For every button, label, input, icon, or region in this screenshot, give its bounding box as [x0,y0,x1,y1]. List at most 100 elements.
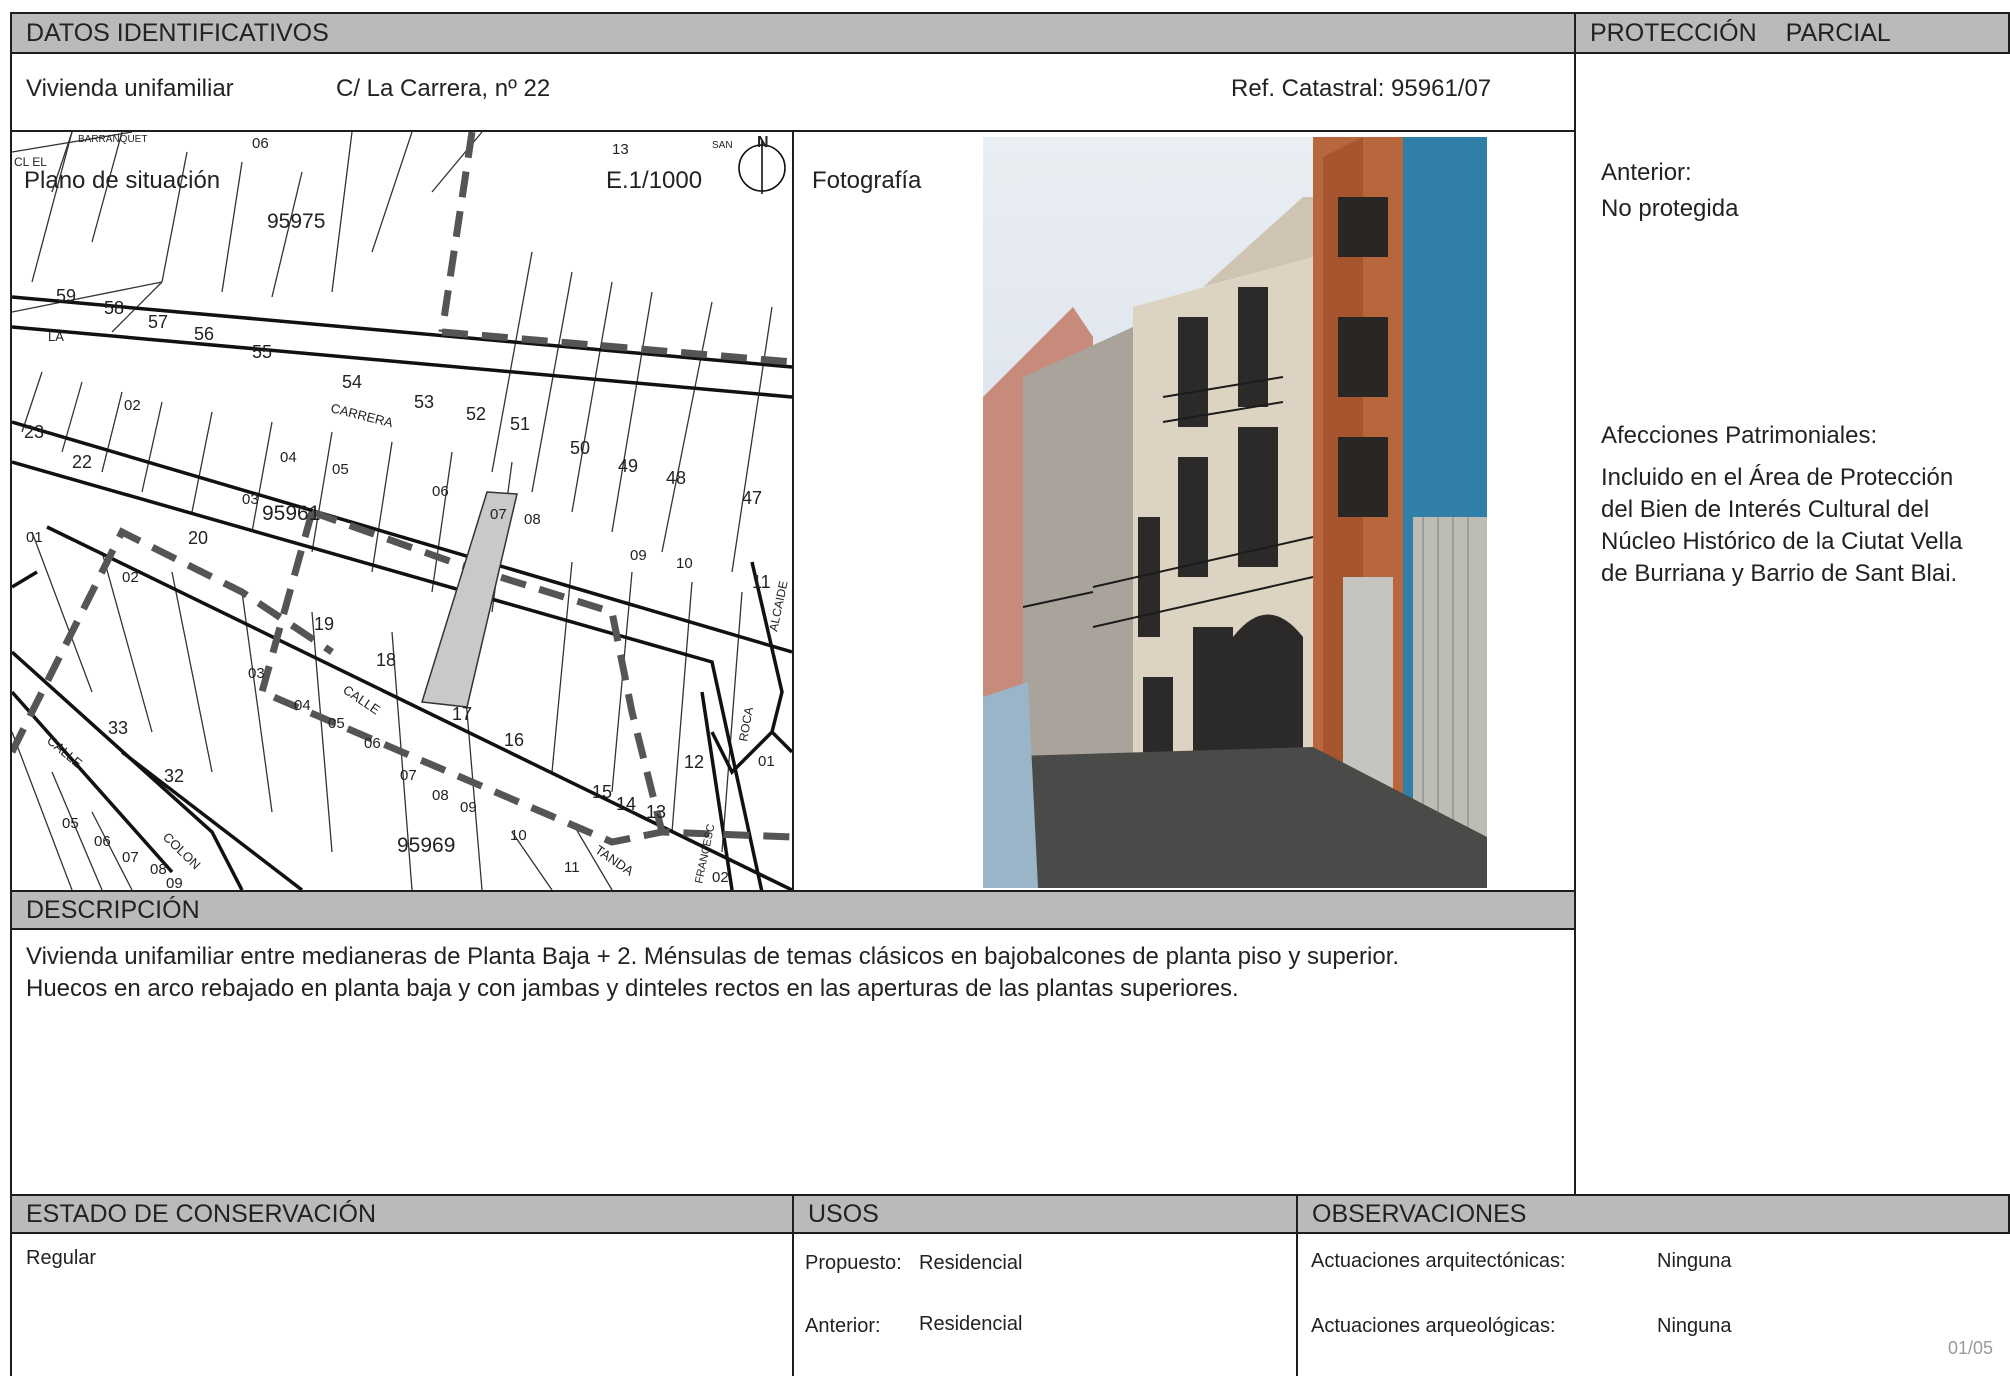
svg-text:56: 56 [194,324,214,344]
svg-text:12: 12 [684,752,704,772]
svg-text:08: 08 [150,861,167,878]
observaciones-title: OBSERVACIONES [1312,1200,1527,1228]
svg-text:10: 10 [676,555,693,572]
svg-text:01: 01 [758,753,775,770]
svg-text:SAN: SAN [712,140,733,151]
svg-text:09: 09 [630,547,647,564]
afecciones-line-3: Núcleo Histórico de la Ciutat Vella [1601,528,1963,555]
svg-text:CARRERA: CARRERA [329,400,395,430]
page-number: 01/05 [1948,1338,1994,1358]
svg-text:49: 49 [618,456,638,476]
descripcion-title: DESCRIPCIÓN [26,896,200,924]
descripcion-line-2: Huecos en arco rebajado en planta baja y… [26,975,1239,1002]
svg-text:06: 06 [252,135,269,152]
fotografia-label: Fotografía [812,167,922,194]
svg-text:04: 04 [280,449,297,466]
usos-propuesto-value: Residencial [919,1252,1023,1274]
svg-text:57: 57 [148,312,168,332]
svg-text:07: 07 [122,849,139,866]
map-photo-divider [792,132,794,890]
svg-text:13: 13 [646,802,666,822]
svg-text:59: 59 [56,286,76,306]
estado-conservacion-value: Regular [26,1247,97,1269]
svg-text:07: 07 [400,767,417,784]
estado-conservacion-header: ESTADO DE CONSERVACIÓN [10,1194,794,1234]
svg-text:48: 48 [666,468,686,488]
svg-text:08: 08 [432,787,449,804]
actuaciones-arqueologicas-label: Actuaciones arqueológicas: [1311,1315,1556,1337]
svg-text:CALLE: CALLE [44,733,85,771]
svg-text:32: 32 [164,766,184,786]
svg-text:47: 47 [742,488,762,508]
actuaciones-arquitectonicas-label: Actuaciones arquitectónicas: [1311,1250,1566,1272]
usos-anterior-label: Anterior: [805,1315,881,1337]
svg-text:55: 55 [252,342,272,362]
svg-text:58: 58 [104,298,124,318]
svg-text:16: 16 [504,730,524,750]
svg-text:14: 14 [616,794,636,814]
svg-text:52: 52 [466,404,486,424]
frame-right-col-divider [1574,12,1576,1198]
datos-identificativos-title: DATOS IDENTIFICATIVOS [26,19,329,47]
svg-text:06: 06 [432,483,449,500]
usos-title: USOS [808,1200,879,1228]
plano-situacion-label: Plano de situación [24,167,221,194]
plano-escala: E.1/1000 [606,167,703,194]
svg-text:03: 03 [242,491,259,508]
svg-text:LA: LA [48,329,64,344]
svg-text:23: 23 [24,422,44,442]
svg-text:10: 10 [510,827,527,844]
svg-text:06: 06 [364,735,381,752]
svg-text:50: 50 [570,438,590,458]
svg-text:05: 05 [62,815,79,832]
proteccion-title: PROTECCIÓN [1590,19,1757,47]
direccion: C/ La Carrera, nº 22 [336,75,551,102]
proteccion-header: PROTECCIÓN PARCIAL [1574,12,2010,54]
svg-text:BARRANQUET: BARRANQUET [78,134,147,145]
svg-text:53: 53 [414,392,434,412]
svg-text:22: 22 [72,452,92,472]
svg-text:17: 17 [452,704,472,724]
proteccion-anterior-label: Anterior: [1601,159,1692,186]
observaciones-header: OBSERVACIONES [1296,1194,2010,1234]
svg-text:05: 05 [332,461,349,478]
afecciones-label: Afecciones Patrimoniales: [1601,422,1878,449]
svg-text:04: 04 [294,697,311,714]
plano-situacion-panel: BARRANQUET CL EL 95975 95961 95969 CARRE… [12,132,792,890]
svg-text:19: 19 [314,614,334,634]
svg-text:54: 54 [342,372,362,392]
descripcion-line-1: Vivienda unifamiliar entre medianeras de… [26,943,1400,970]
svg-text:07: 07 [490,506,507,523]
svg-text:11: 11 [564,859,580,876]
observaciones-left-divider [1296,1194,1298,1376]
svg-text:95969: 95969 [397,834,455,857]
usos-left-divider [792,1194,794,1376]
estado-conservacion-title: ESTADO DE CONSERVACIÓN [26,1200,377,1228]
usos-anterior-value: Residencial [919,1313,1023,1335]
svg-text:03: 03 [248,665,265,682]
svg-text:15: 15 [592,782,612,802]
actuaciones-arqueologicas-value: Ninguna [1657,1315,1732,1337]
svg-text:95975: 95975 [267,210,325,233]
fachada-photo-illustration [983,137,1487,888]
proteccion-anterior-value: No protegida [1601,195,1739,222]
afecciones-line-2: del Bien de Interés Cultural del [1601,496,1930,523]
svg-text:33: 33 [108,718,128,738]
svg-text:ROCA: ROCA [736,706,756,743]
datos-identificativos-header: DATOS IDENTIFICATIVOS [10,12,1576,54]
svg-text:09: 09 [166,875,183,890]
plano-situacion-map: BARRANQUET CL EL 95975 95961 95969 CARRE… [12,132,792,890]
svg-text:95961: 95961 [262,502,320,525]
svg-text:02: 02 [122,569,139,586]
svg-text:TANDA: TANDA [592,842,636,879]
ref-catastral: Ref. Catastral: 95961/07 [1231,75,1492,102]
svg-text:02: 02 [124,397,141,414]
svg-text:51: 51 [510,414,530,434]
usos-header: USOS [792,1194,1298,1234]
svg-text:09: 09 [460,799,477,816]
tipo-edificio: Vivienda unifamiliar [26,75,234,102]
afecciones-line-4: de Burriana y Barrio de Sant Blai. [1601,560,1958,587]
actuaciones-arquitectonicas-value: Ninguna [1657,1250,1732,1272]
parcela-07-highlight [421,491,518,708]
usos-propuesto-label: Propuesto: [805,1252,902,1274]
